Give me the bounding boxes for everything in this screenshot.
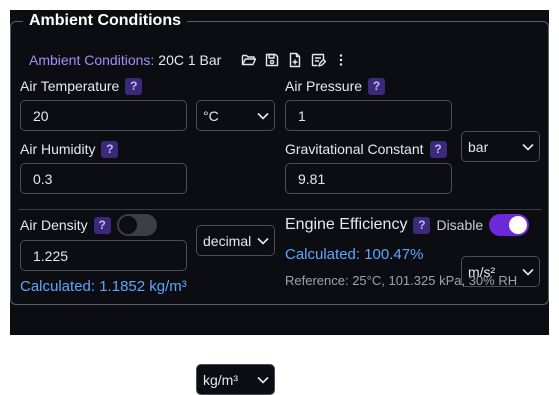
air-density-label-text: Air Density [20,217,88,233]
air-pressure-label-text: Air Pressure [285,78,363,94]
air-humidity-unit: decimal [203,232,252,249]
air-humidity-value: 0.3 [33,170,53,187]
gravitational-constant-label: Gravitational Constant ? [285,140,447,158]
ambient-conditions-panel: Ambient Conditions Ambient Conditions: 2… [10,10,549,395]
air-humidity-label-text: Air Humidity [20,141,96,157]
air-density-calculated: Calculated: 1.1852 kg/m³ [20,278,187,295]
engine-efficiency-help-icon[interactable]: ? [413,216,431,234]
toggle-knob [118,216,137,234]
air-temperature-unit: °C [203,107,219,124]
air-density-override-toggle[interactable] [116,214,157,236]
gravitational-constant-value: 9.81 [298,170,326,187]
chevron-down-icon [252,101,274,130]
air-temperature-label: Air Temperature ? [20,77,143,95]
preset-value: 20C 1 Bar [158,52,222,68]
air-humidity-label: Air Humidity ? [20,140,119,158]
save-icon[interactable] [264,52,280,68]
air-pressure-unit: bar [468,138,489,155]
air-pressure-label: Air Pressure ? [285,77,386,95]
air-temperature-input[interactable]: 20 [20,100,187,131]
section-divider [18,209,542,210]
air-density-label: Air Density ? [20,214,157,236]
air-humidity-input[interactable]: 0.3 [20,163,187,194]
air-humidity-help-icon[interactable]: ? [101,140,119,158]
gravitational-constant-input[interactable]: 9.81 [285,163,452,194]
air-pressure-value: 1 [298,107,306,124]
air-temperature-value: 20 [33,107,49,124]
air-density-input[interactable]: 1.225 [20,240,187,271]
gravitational-constant-help-icon[interactable]: ? [429,140,447,158]
edit-note-icon[interactable] [310,52,327,68]
folder-open-icon[interactable] [241,52,257,68]
air-temperature-unit-select[interactable]: °C [196,100,275,131]
gravitational-constant-label-text: Gravitational Constant [285,141,424,157]
engine-efficiency-label: Engine Efficiency [285,216,408,233]
air-pressure-unit-select[interactable]: bar [461,131,540,162]
toggle-knob [509,216,528,234]
engine-efficiency-reference: Reference: 25°C, 101.325 kPa, 30% RH [285,273,518,288]
engine-efficiency-disable-toggle[interactable] [489,214,530,236]
engine-efficiency-calculated: Calculated: 100.47% [285,246,424,263]
preset-label: Ambient Conditions: [29,52,155,68]
chevron-down-icon [252,226,274,255]
air-density-unit-select[interactable]: kg/m³ [196,364,275,395]
air-temperature-label-text: Air Temperature [20,78,120,94]
air-temperature-help-icon[interactable]: ? [125,77,143,95]
air-density-value: 1.225 [33,247,69,264]
engine-efficiency-header: Engine Efficiency ? Disable [285,213,530,237]
chevron-down-icon [517,132,539,161]
chevron-down-icon [252,365,274,394]
section-title: Ambient Conditions [29,12,181,29]
new-file-icon[interactable] [287,52,303,68]
air-pressure-input[interactable]: 1 [285,100,452,131]
preset-toolbar: Ambient Conditions: 20C 1 Bar [29,51,349,69]
more-vertical-icon[interactable] [333,52,349,68]
engine-efficiency-toggle-label: Disable [436,217,484,233]
air-pressure-help-icon[interactable]: ? [368,77,386,95]
air-humidity-unit-select[interactable]: decimal [196,225,275,256]
chevron-down-icon [517,257,539,286]
air-density-help-icon[interactable]: ? [93,216,111,234]
air-density-unit: kg/m³ [203,371,238,388]
